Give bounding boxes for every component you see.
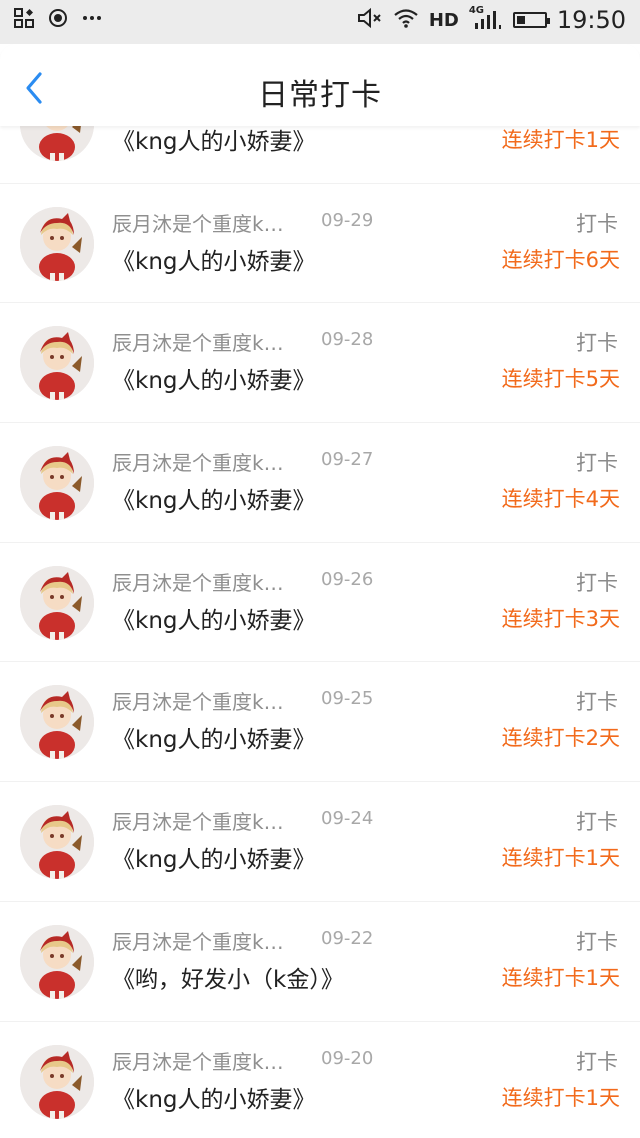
avatar-image [20,126,94,161]
checkin-title[interactable]: 《kng人的小娇妻》 [112,481,316,515]
checkin-title[interactable]: 《kng人的小娇妻》 [112,1080,316,1114]
streak-label: 连续打卡1天 [501,1085,620,1110]
grid-icon [14,8,34,33]
checkin-title[interactable]: 《哟，好发小（k金）》 [112,960,344,994]
checkin-list[interactable]: 《kng人的小娇妻》 连续打卡1天 辰月沐是个重度k… 09-29 《kng人的… [0,126,640,1138]
checkin-row[interactable]: 《kng人的小娇妻》 连续打卡1天 [0,126,640,184]
streak-label: 连续打卡5天 [501,367,620,392]
checkin-row[interactable]: 辰月沐是个重度k… 09-29 《kng人的小娇妻》 打卡 连续打卡6天 [0,184,640,304]
battery-level [516,16,525,24]
post-date: 09-29 [321,209,374,231]
more-icon [82,8,102,33]
avatar[interactable] [20,326,94,401]
avatar-image [20,326,94,401]
avatar-image [20,924,94,999]
streak-label: 连续打卡6天 [501,247,620,272]
status-bar: HD 4G 19:50 [0,0,640,44]
avatar[interactable] [20,126,94,161]
checkin-row[interactable]: 辰月沐是个重度k… 09-22 《哟，好发小（k金）》 打卡 连续打卡1天 [0,902,640,1022]
checkin-action-label: 打卡 [576,690,618,715]
wifi-icon [393,7,419,34]
checkin-action-label: 打卡 [576,211,618,236]
user-name[interactable]: 辰月沐是个重度k… [112,208,284,237]
network-type: HD [428,9,459,31]
mute-icon [357,7,383,34]
checkin-action-label: 打卡 [576,1049,618,1074]
checkin-title[interactable]: 《kng人的小娇妻》 [112,601,316,635]
avatar-image [20,685,94,760]
checkin-action-label: 打卡 [576,570,618,595]
post-date: 09-27 [321,449,374,471]
checkin-title[interactable]: 《kng人的小娇妻》 [112,720,316,754]
checkin-title[interactable]: 《kng人的小娇妻》 [112,840,316,874]
post-date: 09-24 [321,808,374,830]
checkin-row[interactable]: 辰月沐是个重度k… 09-24 《kng人的小娇妻》 打卡 连续打卡1天 [0,782,640,902]
checkin-row[interactable]: 辰月沐是个重度k… 09-25 《kng人的小娇妻》 打卡 连续打卡2天 [0,662,640,783]
post-date: 09-25 [321,688,374,710]
status-right: HD 4G 19:50 [357,5,626,34]
streak-label: 连续打卡3天 [501,606,620,631]
post-date: 09-26 [321,568,374,590]
user-name[interactable]: 辰月沐是个重度k… [112,447,284,476]
avatar[interactable] [20,446,94,521]
checkin-row[interactable]: 辰月沐是个重度k… 09-20 《kng人的小娇妻》 打卡 连续打卡1天 [0,1022,640,1138]
user-name[interactable]: 辰月沐是个重度k… [112,686,284,715]
checkin-list-inner: 《kng人的小娇妻》 连续打卡1天 辰月沐是个重度k… 09-29 《kng人的… [0,126,640,1138]
user-name[interactable]: 辰月沐是个重度k… [112,1046,284,1075]
avatar-image [20,1044,94,1119]
avatar[interactable] [20,206,94,281]
post-date: 09-20 [321,1047,374,1069]
user-name[interactable]: 辰月沐是个重度k… [112,926,284,955]
streak-label: 连续打卡2天 [501,726,620,751]
battery-icon [512,12,550,28]
avatar-image [20,446,94,521]
user-name[interactable]: 辰月沐是个重度k… [112,806,284,835]
clock: 19:50 [556,6,626,34]
record-icon [48,8,68,33]
avatar[interactable] [20,805,94,880]
status-left-icons [14,8,102,33]
post-date: 09-22 [321,927,374,949]
checkin-row[interactable]: 辰月沐是个重度k… 09-26 《kng人的小娇妻》 打卡 连续打卡3天 [0,543,640,663]
streak-label: 连续打卡1天 [501,965,620,990]
checkin-title[interactable]: 《kng人的小娇妻》 [112,126,316,156]
post-date: 09-28 [321,329,374,351]
checkin-action-label: 打卡 [576,331,618,356]
page-title: 日常打卡 [258,78,382,113]
checkin-row[interactable]: 辰月沐是个重度k… 09-28 《kng人的小娇妻》 打卡 连续打卡5天 [0,303,640,424]
avatar-image [20,206,94,281]
avatar[interactable] [20,924,94,999]
avatar[interactable] [20,685,94,760]
checkin-row[interactable]: 辰月沐是个重度k… 09-27 《kng人的小娇妻》 打卡 连续打卡4天 [0,423,640,543]
streak-label: 连续打卡4天 [501,487,620,512]
checkin-action-label: 打卡 [576,810,618,835]
navigation-header: 日常打卡 [0,44,640,126]
avatar-image [20,565,94,640]
avatar[interactable] [20,1044,94,1119]
checkin-title[interactable]: 《kng人的小娇妻》 [112,361,316,395]
streak-label: 连续打卡1天 [501,846,620,871]
streak-label: 连续打卡1天 [501,128,620,152]
checkin-action-label: 打卡 [576,929,618,954]
avatar[interactable] [20,565,94,640]
user-name[interactable]: 辰月沐是个重度k… [112,567,284,596]
checkin-action-label: 打卡 [576,451,618,476]
checkin-title[interactable]: 《kng人的小娇妻》 [112,242,316,276]
user-name[interactable]: 辰月沐是个重度k… [112,327,284,356]
signal-icon: 4G [469,5,503,31]
avatar-image [20,805,94,880]
